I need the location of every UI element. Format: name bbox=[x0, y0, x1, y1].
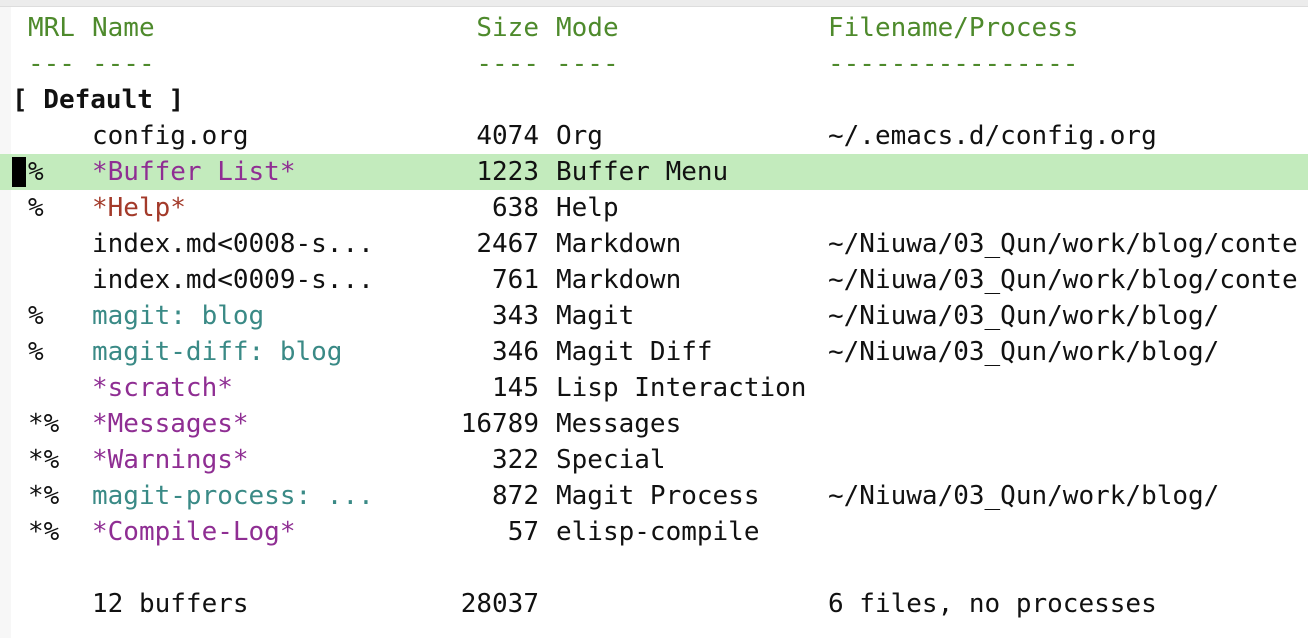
buffer-size: 145 bbox=[492, 373, 539, 403]
buffer-row[interactable]: % magit-diff: blog 346 Magit Diff ~/Niuw… bbox=[0, 334, 1308, 370]
buffer-name[interactable]: magit-diff: blog bbox=[92, 334, 342, 370]
header-file[interactable]: Filename/Process bbox=[828, 10, 1308, 46]
buffer-name[interactable]: *Buffer List* bbox=[92, 154, 296, 190]
buffer-mode: Help bbox=[556, 193, 619, 223]
buffer-size: 2467 bbox=[476, 229, 539, 259]
files-summary: 6 files, no processes bbox=[828, 589, 1157, 619]
buffer-name[interactable]: magit-process: ... bbox=[92, 478, 374, 514]
buffer-file[interactable]: ~/Niuwa/03_Qun/work/blog/ bbox=[828, 298, 1308, 334]
header-underline-name: ---- bbox=[92, 49, 155, 79]
buffer-size: 322 bbox=[492, 445, 539, 475]
buffer-mrl: *% bbox=[28, 481, 60, 511]
buffer-file[interactable]: ~/Niuwa/03_Qun/work/blog/conte bbox=[828, 262, 1308, 298]
buffer-mrl: *% bbox=[28, 409, 60, 439]
buffer-name[interactable]: index.md<0009-s... bbox=[92, 262, 374, 298]
header-underline-size: ---- bbox=[476, 49, 539, 79]
buffer-mrl: *% bbox=[28, 445, 60, 475]
buffer-file[interactable]: ~/Niuwa/03_Qun/work/blog/conte bbox=[828, 226, 1308, 262]
header-size[interactable]: Size bbox=[420, 10, 539, 46]
buffer-mode: Magit Diff bbox=[556, 337, 713, 367]
header-underline-mrl: --- bbox=[28, 49, 75, 79]
buffer-mode: Magit bbox=[556, 301, 635, 331]
buffer-size: 343 bbox=[492, 301, 539, 331]
buffer-row[interactable]: % magit: blog 343 Magit ~/Niuwa/03_Qun/w… bbox=[0, 298, 1308, 334]
buffer-mode: Lisp Interaction bbox=[556, 373, 807, 403]
buffer-mrl: % bbox=[28, 337, 44, 367]
buffer-mode: Messages bbox=[556, 409, 682, 439]
buffer-size: 16789 bbox=[460, 409, 539, 439]
buffer-file[interactable]: ~/Niuwa/03_Qun/work/blog/ bbox=[828, 478, 1308, 514]
buffer-name[interactable]: *scratch* bbox=[92, 370, 233, 406]
buffer-size: 872 bbox=[492, 481, 539, 511]
header-underline-file: ---------------- bbox=[828, 49, 1079, 79]
buffer-mode: Buffer Menu bbox=[556, 157, 729, 187]
buffer-name[interactable]: *Compile-Log* bbox=[92, 514, 296, 550]
group-title-row: [ Default ] bbox=[0, 82, 1308, 118]
buffer-mode: Markdown bbox=[556, 265, 682, 295]
buffer-row-current[interactable]: % *Buffer List* 1223 Buffer Menu bbox=[0, 154, 1308, 190]
buffer-row[interactable]: index.md<0008-s... 2467 Markdown ~/Niuwa… bbox=[0, 226, 1308, 262]
window-top-border bbox=[0, 0, 1308, 7]
buffer-mode: elisp-compile bbox=[556, 517, 760, 547]
buffer-name[interactable]: *Messages* bbox=[92, 406, 249, 442]
buffer-size: 1223 bbox=[476, 157, 539, 187]
buffer-name[interactable]: index.md<0008-s... bbox=[92, 226, 374, 262]
buffer-row[interactable]: config.org 4074 Org ~/.emacs.d/config.or… bbox=[0, 118, 1308, 154]
buffer-file[interactable]: ~/.emacs.d/config.org bbox=[828, 118, 1308, 154]
buffer-mode: Special bbox=[556, 445, 666, 475]
buffer-count: 12 buffers bbox=[92, 589, 249, 619]
buffer-size: 761 bbox=[492, 265, 539, 295]
header-name[interactable]: Name bbox=[92, 10, 155, 46]
buffer-mode: Magit Process bbox=[556, 481, 760, 511]
buffer-mode: Markdown bbox=[556, 229, 682, 259]
buffer-name[interactable]: config.org bbox=[92, 118, 249, 154]
buffer-row[interactable]: *% *Compile-Log* 57 elisp-compile bbox=[0, 514, 1308, 550]
buffer-name[interactable]: *Warnings* bbox=[92, 442, 249, 478]
buffer-size: 638 bbox=[492, 193, 539, 223]
buffer-row[interactable]: *% magit-process: ... 872 Magit Process … bbox=[0, 478, 1308, 514]
buffer-mrl: % bbox=[28, 193, 44, 223]
column-header-underline-row: --- ---- ---- ---- ---------------- bbox=[0, 46, 1308, 82]
column-header-row: MRL Name Size Mode Filename/Process bbox=[0, 10, 1308, 46]
buffer-mode: Org bbox=[556, 121, 603, 151]
summary-row: 12 buffers 28037 6 files, no processes bbox=[0, 586, 1308, 622]
buffer-size: 346 bbox=[492, 337, 539, 367]
text-cursor bbox=[12, 157, 26, 187]
group-title: [ Default ] bbox=[12, 85, 185, 115]
buffer-row[interactable]: *% *Warnings* 322 Special bbox=[0, 442, 1308, 478]
buffer-mrl: *% bbox=[28, 517, 60, 547]
header-underline-mode: ---- bbox=[556, 49, 619, 79]
total-size: 28037 bbox=[460, 589, 539, 619]
buffer-mrl: % bbox=[28, 157, 44, 187]
buffer-row[interactable]: *scratch* 145 Lisp Interaction bbox=[0, 370, 1308, 406]
buffer-row[interactable]: index.md<0009-s... 761 Markdown ~/Niuwa/… bbox=[0, 262, 1308, 298]
header-mrl[interactable]: MRL bbox=[28, 10, 75, 46]
buffer-name[interactable]: *Help* bbox=[92, 190, 186, 226]
buffer-mrl: % bbox=[28, 301, 44, 331]
buffer-size: 4074 bbox=[476, 121, 539, 151]
buffer-name[interactable]: magit: blog bbox=[92, 298, 264, 334]
header-mode[interactable]: Mode bbox=[556, 10, 619, 46]
buffer-row[interactable]: % *Help* 638 Help bbox=[0, 190, 1308, 226]
buffer-size: 57 bbox=[507, 517, 539, 547]
buffer-file[interactable]: ~/Niuwa/03_Qun/work/blog/ bbox=[828, 334, 1308, 370]
buffer-row[interactable]: *% *Messages* 16789 Messages bbox=[0, 406, 1308, 442]
